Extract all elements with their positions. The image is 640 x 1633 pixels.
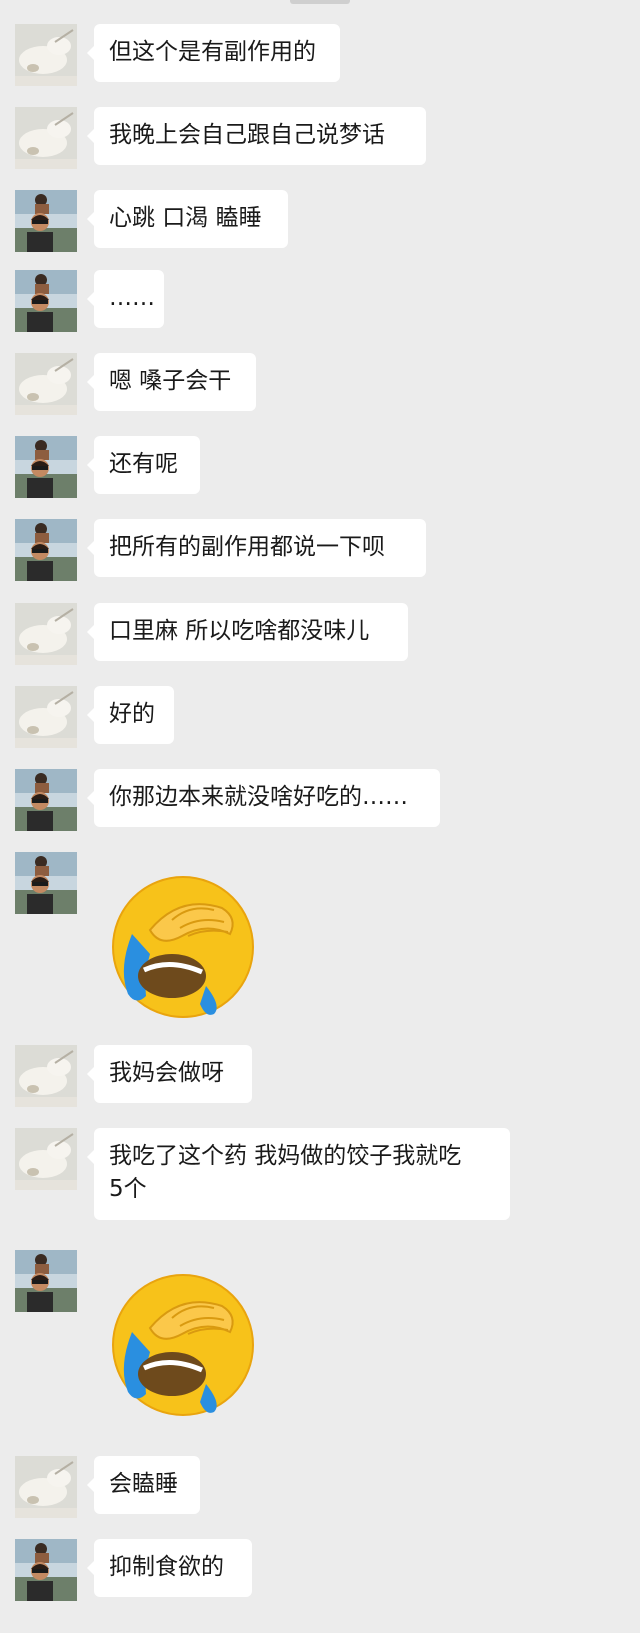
message-bubble[interactable]: 还有呢 [87,436,200,494]
message-bubble[interactable]: 好的 [87,686,174,744]
message-bubble[interactable]: 把所有的副作用都说一下呗 [87,519,426,577]
facepalm-crying-emoji-icon[interactable] [110,1272,256,1422]
facepalm-crying-emoji-icon[interactable] [110,874,256,1024]
avatar-contact-a[interactable] [15,1456,77,1518]
message-bubble[interactable]: 会瞌睡 [87,1456,200,1514]
avatar-contact-b[interactable] [15,190,77,252]
avatar-contact-a[interactable] [15,1128,77,1190]
message-bubble[interactable]: 我晚上会自己跟自己说梦话 [87,107,426,165]
avatar-contact-b[interactable] [15,852,77,914]
avatar-contact-b[interactable] [15,769,77,831]
avatar-contact-a[interactable] [15,107,77,169]
avatar-contact-b[interactable] [15,519,77,581]
avatar-contact-b[interactable] [15,1539,77,1601]
avatar-contact-b[interactable] [15,436,77,498]
message-bubble[interactable]: 心跳 口渴 瞌睡 [87,190,288,248]
message-bubble[interactable]: 我妈会做呀 [87,1045,252,1103]
avatar-contact-a[interactable] [15,686,77,748]
message-bubble[interactable]: 嗯 嗓子会干 [87,353,256,411]
message-bubble[interactable]: …… [87,270,164,328]
avatar-contact-b[interactable] [15,1250,77,1312]
message-bubble[interactable]: 口里麻 所以吃啥都没味儿 [87,603,408,661]
message-bubble[interactable]: 但这个是有副作用的 [87,24,340,82]
chat-window[interactable]: 但这个是有副作用的 我晚上会自己跟自己说梦话 心跳 口渴 瞌睡 …… 嗯 嗓子会… [0,0,640,1633]
avatar-contact-a[interactable] [15,24,77,86]
message-bubble[interactable]: 我吃了这个药 我妈做的饺子我就吃 5个 [87,1128,510,1220]
avatar-contact-b[interactable] [15,270,77,332]
avatar-contact-a[interactable] [15,353,77,415]
avatar-contact-a[interactable] [15,1045,77,1107]
scroll-indicator [290,0,350,4]
message-bubble[interactable]: 你那边本来就没啥好吃的…… [87,769,440,827]
avatar-contact-a[interactable] [15,603,77,665]
message-bubble[interactable]: 抑制食欲的 [87,1539,252,1597]
